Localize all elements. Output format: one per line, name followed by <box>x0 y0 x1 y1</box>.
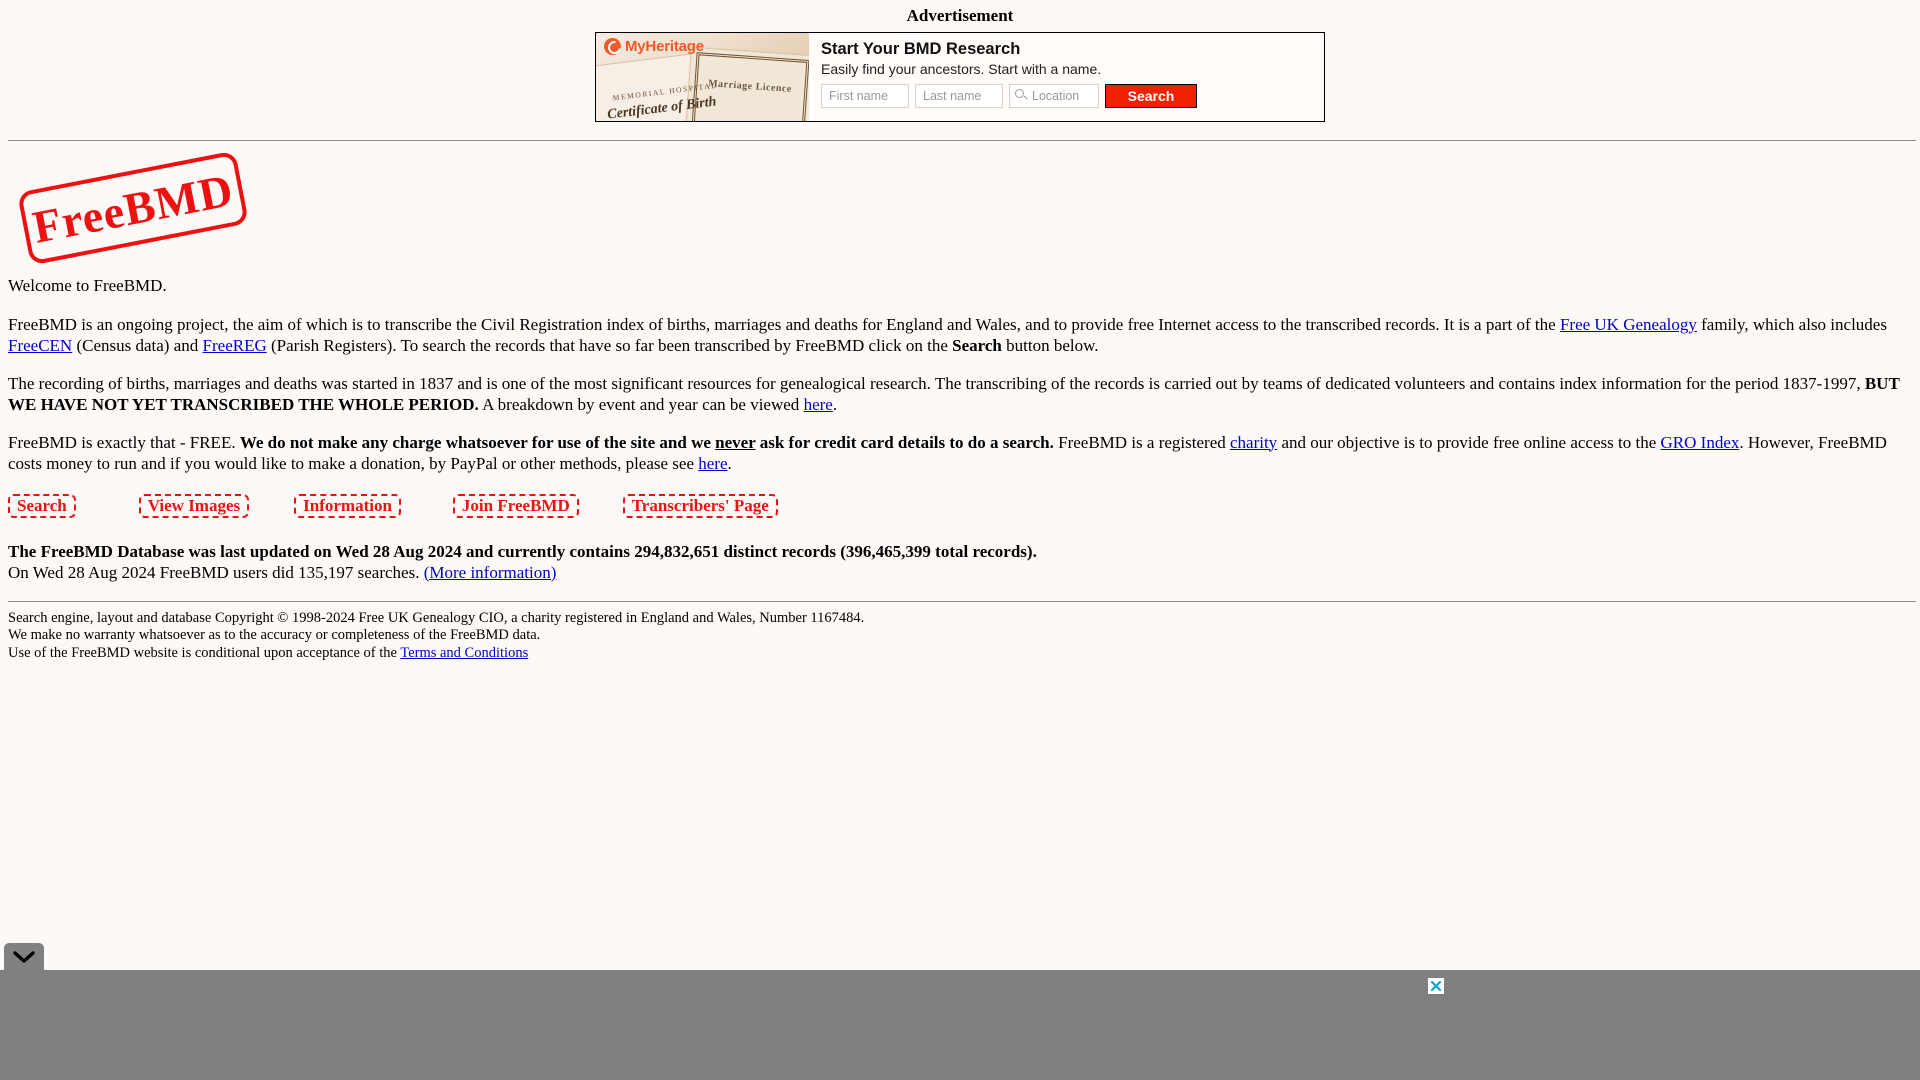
myheritage-logo: MyHeritage <box>604 38 704 55</box>
freecen-link[interactable]: FreeCEN <box>8 336 72 355</box>
history-paragraph: The recording of births, marriages and d… <box>8 373 1912 416</box>
ad-headline: Start Your BMD Research <box>821 40 1021 58</box>
freebmd-logo-text: FreeBMD <box>28 163 238 253</box>
free-never-underline: never <box>715 432 756 452</box>
page-footer: Search engine, layout and database Copyr… <box>0 610 1920 663</box>
free-bold-1: We do not make any charge whatsoever for… <box>239 432 716 452</box>
database-searches-line: On Wed 28 Aug 2024 FreeBMD users did 135… <box>8 562 1912 583</box>
breakdown-here-link[interactable]: here <box>804 395 833 414</box>
ad-copy-panel: Start Your BMD Research Easily find your… <box>809 33 1324 121</box>
footer-divider <box>8 600 1916 602</box>
freereg-link[interactable]: FreeREG <box>203 336 267 355</box>
free-uk-genealogy-link[interactable]: Free UK Genealogy <box>1560 315 1697 334</box>
myheritage-wordmark: MyHeritage <box>625 38 704 55</box>
footer-terms-text: Use of the FreeBMD website is conditiona… <box>8 644 401 661</box>
footer-copyright: Search engine, layout and database Copyr… <box>8 609 865 626</box>
database-updated-line: The FreeBMD Database was last updated on… <box>8 541 1037 561</box>
donation-here-link[interactable]: here <box>698 454 727 473</box>
main-content: FreeBMD Welcome to FreeBMD. FreeBMD is a… <box>0 150 1920 583</box>
ad-search-form: Search <box>821 84 1314 108</box>
search-icon <box>1015 89 1024 98</box>
ad-creative-image: MEMORIAL HOSPITAL Certificate of Birth M… <box>596 33 809 121</box>
collapse-bottom-bar-button[interactable] <box>4 943 44 970</box>
charity-link[interactable]: charity <box>1230 433 1277 452</box>
nav-button-information[interactable]: Information <box>294 493 401 518</box>
history-text-3: . <box>832 395 838 414</box>
database-statistics: The FreeBMD Database was last updated on… <box>8 541 1912 583</box>
bottom-ad-bar <box>0 943 1920 1080</box>
free-bold-2: ask for credit card details to do a sear… <box>755 432 1054 452</box>
about-text-1: FreeBMD is an ongoing project, the aim o… <box>8 314 1560 334</box>
nav-button-search[interactable]: Search <box>8 493 76 518</box>
terms-and-conditions-link[interactable]: Terms and Conditions <box>400 645 528 661</box>
free-text-3: and our objective is to provide free onl… <box>1277 432 1661 452</box>
location-field-wrapper <box>1009 84 1099 108</box>
about-text-2: family, which also includes <box>1696 314 1887 334</box>
history-text-2: A breakdown by event and year can be vie… <box>478 395 804 414</box>
free-text-5: . <box>727 454 732 473</box>
about-text-3: (Census data) and <box>72 336 203 355</box>
ad-subheadline: Easily find your ancestors. Start with a… <box>821 61 1102 77</box>
searches-text: On Wed 28 Aug 2024 FreeBMD users did 135… <box>8 562 424 582</box>
welcome-text: Welcome to FreeBMD. <box>8 276 167 295</box>
free-text-2: FreeBMD is a registered <box>1053 432 1230 452</box>
last-name-input[interactable] <box>915 84 1003 108</box>
myheritage-mark-icon <box>604 38 621 55</box>
history-text-1: The recording of births, marriages and d… <box>8 373 1865 393</box>
footer-terms-line: Use of the FreeBMD website is conditiona… <box>8 645 1920 663</box>
about-paragraph: FreeBMD is an ongoing project, the aim o… <box>8 314 1912 357</box>
advertisement-zone: Advertisement MEMORIAL HOSPITAL Certific… <box>0 0 1920 122</box>
advertisement-label: Advertisement <box>906 6 1014 25</box>
ad-search-button[interactable]: Search <box>1105 84 1197 108</box>
main-navigation: Search View Images Information Join Free… <box>8 493 1912 519</box>
free-paragraph: FreeBMD is exactly that - FREE. We do no… <box>8 432 1912 475</box>
chevron-down-icon <box>13 950 35 963</box>
gro-index-link[interactable]: GRO Index <box>1661 433 1740 452</box>
nav-button-join-freebmd[interactable]: Join FreeBMD <box>452 493 579 518</box>
welcome-paragraph: Welcome to FreeBMD. <box>8 275 1912 297</box>
about-text-4: (Parish Registers). To search the record… <box>266 336 953 355</box>
close-icon <box>1430 980 1442 992</box>
myheritage-ad-banner[interactable]: MEMORIAL HOSPITAL Certificate of Birth M… <box>595 32 1325 122</box>
footer-warranty: We make no warranty whatsoever as to the… <box>8 627 541 643</box>
freebmd-logo[interactable]: FreeBMD <box>16 150 256 271</box>
about-text-5: button below. <box>1001 336 1099 355</box>
more-information-link[interactable]: (More information) <box>424 563 557 582</box>
free-text-1: FreeBMD is exactly that - FREE. <box>8 432 240 452</box>
first-name-input[interactable] <box>821 84 909 108</box>
nav-button-view-images[interactable]: View Images <box>138 493 250 518</box>
nav-button-transcribers-page[interactable]: Transcribers' Page <box>622 493 778 518</box>
close-bottom-ad-button[interactable] <box>1428 978 1444 994</box>
header-divider <box>8 140 1916 141</box>
about-search-bold: Search <box>952 336 1002 355</box>
